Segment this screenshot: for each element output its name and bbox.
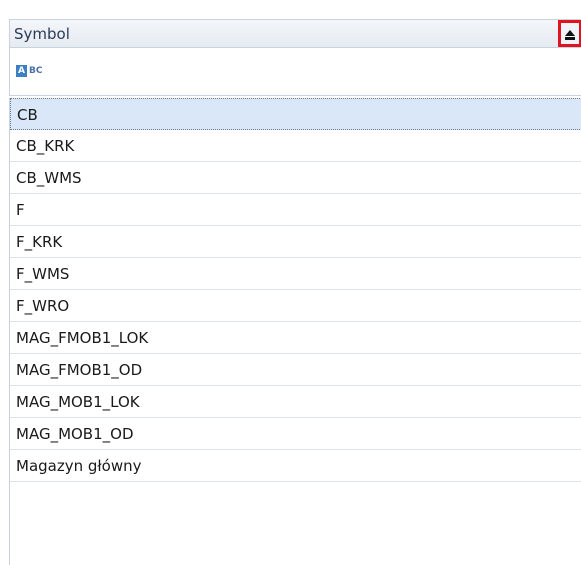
text-filter-icon-a: A — [16, 65, 27, 77]
table-row[interactable]: F — [10, 194, 581, 226]
column-header-label: Symbol — [14, 25, 70, 43]
row-symbol-text: F — [16, 201, 25, 219]
table-row[interactable]: F_KRK — [10, 226, 581, 258]
table-row[interactable]: MAG_FMOB1_LOK — [10, 322, 581, 354]
row-symbol-text: F_WMS — [16, 265, 70, 283]
row-symbol-text: F_WRO — [16, 297, 70, 315]
table-row[interactable]: CB_WMS — [10, 162, 581, 194]
symbol-grid: Symbol A BC CB CB_KRK CB_WMS F F_KRK F_WMS F_W… — [0, 0, 581, 565]
table-row[interactable]: MAG_MOB1_LOK — [10, 386, 581, 418]
table-row[interactable]: Magazyn główny — [10, 450, 581, 482]
row-symbol-text: CB_WMS — [16, 169, 82, 187]
row-symbol-text: MAG_MOB1_OD — [16, 425, 134, 443]
sort-up-arrow-icon — [565, 30, 575, 36]
row-symbol-text: MAG_FMOB1_LOK — [16, 329, 149, 347]
row-symbol-text: MAG_MOB1_LOK — [16, 393, 140, 411]
table-row[interactable]: MAG_FMOB1_OD — [10, 354, 581, 386]
row-symbol-text: CB — [17, 106, 38, 124]
table-row-selected[interactable]: CB — [10, 98, 581, 130]
row-symbol-text: F_KRK — [16, 233, 63, 251]
filter-row[interactable]: A BC — [9, 48, 581, 96]
text-filter-icon[interactable]: A BC — [16, 64, 46, 78]
rows-container: CB CB_KRK CB_WMS F F_KRK F_WMS F_WRO MAG_FMOB1_… — [9, 98, 581, 565]
row-symbol-text: Magazyn główny — [16, 457, 142, 475]
row-symbol-text: CB_KRK — [16, 137, 75, 155]
sort-ascending-button[interactable] — [558, 20, 581, 47]
sort-bar-icon — [565, 37, 575, 40]
text-filter-icon-bc: BC — [29, 66, 43, 76]
column-header-symbol[interactable]: Symbol — [9, 19, 581, 48]
row-symbol-text: MAG_FMOB1_OD — [16, 361, 143, 379]
table-row[interactable]: F_WRO — [10, 290, 581, 322]
table-row[interactable]: MAG_MOB1_OD — [10, 418, 581, 450]
table-row[interactable]: F_WMS — [10, 258, 581, 290]
table-row[interactable]: CB_KRK — [10, 130, 581, 162]
